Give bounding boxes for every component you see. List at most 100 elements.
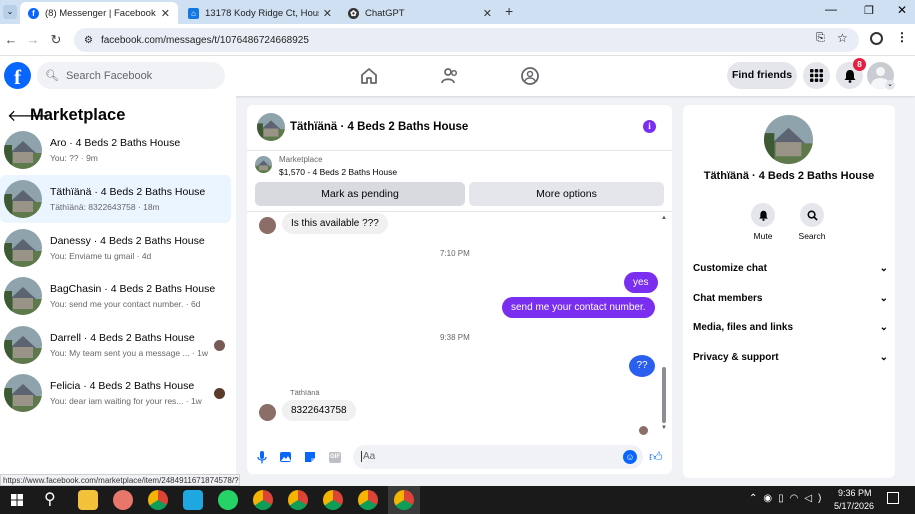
account-chevron-icon[interactable]: ⌄ xyxy=(885,80,895,90)
scrollbar-thumb[interactable] xyxy=(662,367,666,423)
file-explorer-icon[interactable] xyxy=(78,490,98,510)
media-files-links-row[interactable]: Media, files and links ⌄ xyxy=(693,317,888,337)
tab-chatgpt[interactable]: ✿ ChatGPT ✕ xyxy=(340,2,500,24)
close-window-button[interactable]: ✕ xyxy=(897,3,907,17)
back-arrow-icon[interactable]: ← xyxy=(2,31,20,49)
sticker-icon[interactable] xyxy=(304,451,316,463)
search-button[interactable] xyxy=(800,203,824,227)
close-tab-icon[interactable]: ✕ xyxy=(161,7,170,20)
thumbs-up-icon[interactable]: 👍︎ xyxy=(649,449,663,465)
privacy-support-row[interactable]: Privacy & support ⌄ xyxy=(693,347,888,367)
facebook-favicon-icon: f xyxy=(28,7,39,19)
chrome-icon[interactable] xyxy=(148,490,168,510)
conversation-item[interactable]: Danessy · 4 Beds 2 Baths House You: Envi… xyxy=(0,224,231,272)
conversation-name: Danessy · 4 Beds 2 Baths House xyxy=(50,235,205,247)
tab-title: (8) Messenger | Facebook xyxy=(45,7,156,19)
clock-date[interactable]: 5/17/2026 xyxy=(834,501,874,511)
timestamp: 9:38 PM xyxy=(440,333,470,342)
mute-button[interactable] xyxy=(751,203,775,227)
new-tab-button[interactable]: + xyxy=(505,3,513,19)
facebook-logo-icon[interactable]: f xyxy=(4,62,31,89)
scroll-up-arrow[interactable]: ▲ xyxy=(661,215,667,221)
message-outgoing[interactable]: ?? xyxy=(629,355,655,377)
address-bar[interactable]: ⚙ facebook.com/messages/t/10764867246689… xyxy=(74,28,859,52)
home-icon[interactable] xyxy=(359,66,379,86)
section-label: Chat members xyxy=(693,292,763,304)
friends-icon[interactable] xyxy=(440,66,460,86)
search-icon: 🔍︎ xyxy=(45,70,59,82)
profile-icon[interactable] xyxy=(870,32,883,45)
mark-as-pending-button[interactable]: Mark as pending xyxy=(255,182,465,206)
listing-detail[interactable]: $1,570 - 4 Beds 2 Baths House xyxy=(279,167,397,177)
gif-icon[interactable]: GIF xyxy=(329,452,341,463)
browser-menu-icon[interactable]: ⋮ xyxy=(896,30,908,44)
url-text: facebook.com/messages/t/1076486724668925 xyxy=(100,34,309,46)
bookmark-star-icon[interactable]: ☆ xyxy=(837,31,848,45)
status-bar-url: https://www.facebook.com/marketplace/ite… xyxy=(0,474,240,486)
site-info-icon[interactable]: ⚙ xyxy=(84,35,93,46)
chat-title[interactable]: Täthïänä · 4 Beds 2 Baths House xyxy=(290,121,468,133)
emoji-icon[interactable]: ☺ xyxy=(623,450,637,464)
clock-time[interactable]: 9:36 PM xyxy=(838,488,872,498)
message-incoming[interactable]: 8322643758 xyxy=(282,400,356,421)
whatsapp-icon[interactable] xyxy=(218,490,238,510)
conversation-preview: You: send me your contact number. · 6d xyxy=(50,299,201,309)
conversation-name: Felicia · 4 Beds 2 Baths House xyxy=(50,380,195,392)
scroll-down-arrow[interactable]: ▼ xyxy=(661,425,667,431)
chrome-active-icon[interactable] xyxy=(394,490,414,510)
chrome-profile-icon[interactable] xyxy=(323,490,343,510)
reload-icon[interactable]: ↻ xyxy=(47,31,65,49)
forward-arrow-icon[interactable]: → xyxy=(24,31,42,49)
tab-zillow[interactable]: ⌂ 13178 Kody Ridge Ct, Houston ✕ xyxy=(180,2,340,24)
facebook-search-input[interactable]: 🔍︎ Search Facebook xyxy=(37,62,225,89)
windows-taskbar: ⚲ ⌃◉▯◠◁) 9:36 PM 5/17/2026 xyxy=(0,486,915,514)
minimize-window-button[interactable]: — xyxy=(825,2,837,16)
read-receipt-avatar xyxy=(214,388,225,399)
listing-thumbnail xyxy=(4,326,42,364)
find-friends-button[interactable]: Find friends xyxy=(727,62,797,89)
tab-search-button[interactable]: ⌄ xyxy=(3,5,17,19)
message-outgoing[interactable]: yes xyxy=(624,272,658,293)
windows-start-icon[interactable] xyxy=(11,494,23,506)
menu-grid-button[interactable] xyxy=(803,62,830,89)
close-tab-icon[interactable]: ✕ xyxy=(483,7,492,20)
notification-center-icon[interactable] xyxy=(887,492,899,504)
message-input[interactable]: Aa ☺ xyxy=(353,445,643,469)
chevron-down-icon: ⌄ xyxy=(879,292,888,304)
conversation-item[interactable]: Aro · 4 Beds 2 Baths House You: ?? · 9m xyxy=(0,126,231,174)
section-label: Privacy & support xyxy=(693,351,779,363)
chevron-down-icon: ⌄ xyxy=(879,321,888,333)
conversation-name: Darrell · 4 Beds 2 Baths House xyxy=(50,332,195,344)
message-outgoing[interactable]: send me your contact number. xyxy=(502,297,655,318)
maximize-window-button[interactable]: ❐ xyxy=(864,4,874,17)
close-tab-icon[interactable]: ✕ xyxy=(323,7,332,20)
customize-chat-row[interactable]: Customize chat ⌄ xyxy=(693,258,888,278)
listing-thumbnail xyxy=(4,277,42,315)
microphone-icon[interactable] xyxy=(257,451,267,464)
tab-title: ChatGPT xyxy=(365,7,405,19)
more-options-button[interactable]: More options xyxy=(469,182,664,206)
chrome-profile-icon[interactable] xyxy=(288,490,308,510)
search-taskbar-icon[interactable]: ⚲ xyxy=(44,489,56,509)
tab-messenger[interactable]: f (8) Messenger | Facebook ✕ xyxy=(20,2,178,24)
chat-avatar[interactable] xyxy=(257,113,285,141)
app-icon[interactable] xyxy=(113,490,133,510)
marketplace-title: Marketplace xyxy=(30,106,126,124)
message-incoming[interactable]: Is this available ??? xyxy=(282,213,388,234)
listing-thumbnail[interactable] xyxy=(255,156,272,173)
conversation-item[interactable]: BagChasin · 4 Beds 2 Baths House You: se… xyxy=(0,272,231,320)
photo-icon[interactable] xyxy=(280,451,292,463)
app-icon[interactable] xyxy=(183,490,203,510)
conversation-item[interactable]: Felicia · 4 Beds 2 Baths House You: dear… xyxy=(0,369,231,417)
groups-icon[interactable] xyxy=(520,66,540,86)
conversation-item-selected[interactable]: Täthïänä · 4 Beds 2 Baths House Täthïänä… xyxy=(0,175,231,223)
chrome-profile-icon[interactable] xyxy=(253,490,273,510)
chat-members-row[interactable]: Chat members ⌄ xyxy=(693,288,888,308)
conversation-name: Täthïänä · 4 Beds 2 Baths House xyxy=(50,186,206,198)
info-icon[interactable]: i xyxy=(643,120,656,133)
tray-icons[interactable]: ⌃◉▯◠◁) xyxy=(749,493,827,504)
conversation-item[interactable]: Darrell · 4 Beds 2 Baths House You: My t… xyxy=(0,321,231,369)
listing-avatar-large[interactable] xyxy=(764,115,813,164)
install-app-icon[interactable]: ⎘ xyxy=(816,32,825,45)
chrome-profile-icon[interactable] xyxy=(358,490,378,510)
